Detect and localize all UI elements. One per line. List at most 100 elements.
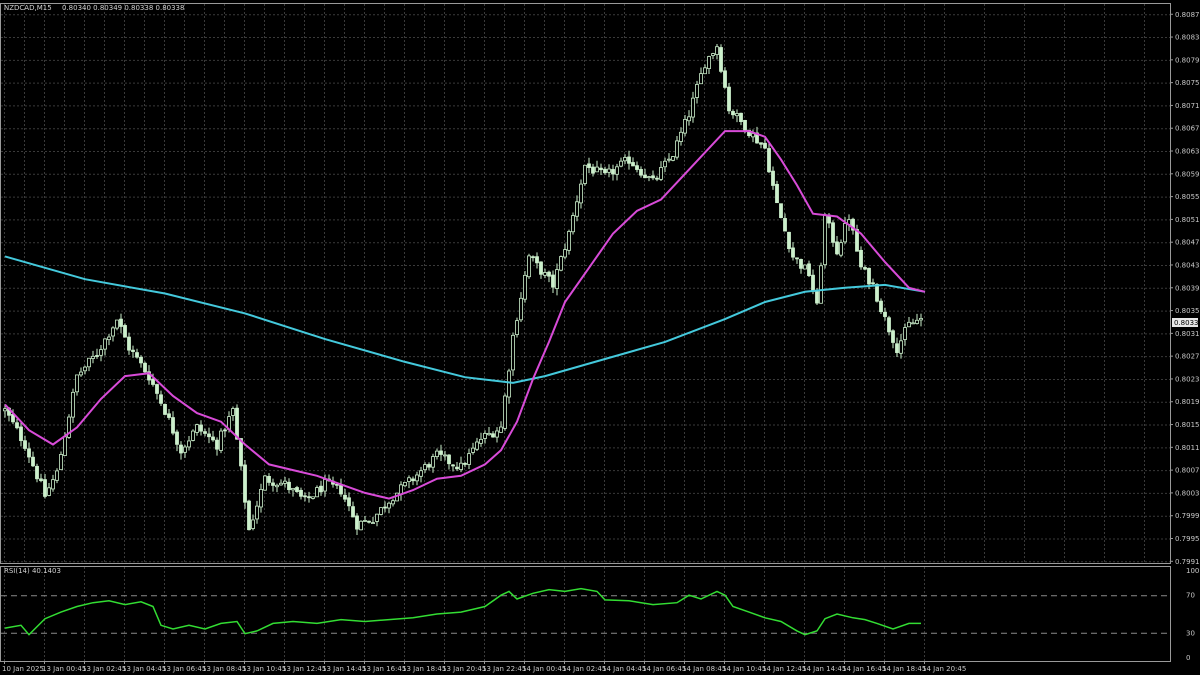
- price-tick-label: 0.80275: [1175, 353, 1200, 361]
- time-tick-label: 14 Jan 08:45: [682, 665, 726, 673]
- candle-body: [895, 343, 899, 353]
- candle-body: [579, 183, 583, 204]
- candle-body: [527, 255, 531, 278]
- candle-body: [99, 349, 103, 356]
- time-tick-label: 13 Jan 10:45: [242, 665, 286, 673]
- candle-body: [295, 487, 299, 492]
- price-tick-label: 0.80115: [1175, 444, 1200, 452]
- candle-body: [915, 319, 919, 324]
- candle-body: [91, 355, 95, 359]
- candle-body: [375, 513, 379, 522]
- candle-body: [459, 462, 463, 470]
- current-price-label: 0.80338: [1174, 319, 1200, 327]
- candle-body: [343, 494, 347, 500]
- candle-body: [607, 168, 611, 173]
- candle-body: [391, 500, 395, 505]
- candle-body: [79, 371, 83, 376]
- time-tick-label: 13 Jan 08:45: [202, 665, 246, 673]
- candle-body: [795, 257, 799, 260]
- price-tick-label: 0.80715: [1175, 102, 1200, 110]
- rsi-header: RSI(14) 40.1403: [4, 567, 61, 575]
- candle-body: [195, 424, 199, 433]
- candle-body: [783, 218, 787, 232]
- candle-body: [511, 334, 515, 371]
- candle-body: [23, 440, 27, 449]
- candle-body: [171, 417, 175, 434]
- price-tick-label: 0.80155: [1175, 421, 1200, 429]
- candle-body: [231, 408, 235, 416]
- candle-body: [491, 433, 495, 438]
- candle-body: [567, 231, 571, 251]
- candle-body: [619, 160, 623, 167]
- candle-body: [175, 431, 179, 445]
- candle-body: [203, 431, 207, 434]
- candle-body: [651, 175, 655, 179]
- candle-body: [35, 465, 39, 480]
- candle-body: [411, 478, 415, 482]
- candle-body: [275, 484, 279, 488]
- candle-body: [143, 362, 147, 373]
- candle-body: [383, 506, 387, 509]
- candle-body: [251, 519, 255, 529]
- current-price-marker: 0.80338: [1172, 318, 1200, 327]
- candle-body: [367, 520, 371, 523]
- time-tick-label: 14 Jan 10:45: [722, 665, 766, 673]
- candle-body: [303, 495, 307, 498]
- candle-body: [539, 261, 543, 275]
- candle-body: [711, 53, 715, 56]
- rsi-tick-label: 100: [1186, 567, 1199, 575]
- price-tick-label: 0.80515: [1175, 216, 1200, 224]
- candle-body: [323, 479, 327, 492]
- price-tick-label: 0.80075: [1175, 467, 1200, 475]
- price-tick-label: 0.80675: [1175, 125, 1200, 133]
- time-tick-label: 14 Jan 18:45: [882, 665, 926, 673]
- time-tick-label: 13 Jan 06:45: [162, 665, 206, 673]
- candle-body: [759, 142, 763, 145]
- candle-body: [131, 349, 135, 352]
- price-tick-label: 0.80635: [1175, 148, 1200, 156]
- price-tick-label: 0.80555: [1175, 193, 1200, 201]
- candle-body: [55, 470, 59, 481]
- candle-body: [699, 73, 703, 85]
- candle-body: [543, 272, 547, 276]
- candle-body: [599, 167, 603, 171]
- candle-body: [335, 483, 339, 486]
- candle-body: [671, 156, 675, 161]
- candle-body: [471, 447, 475, 453]
- time-tick-label: 14 Jan 02:45: [562, 665, 606, 673]
- candle-body: [223, 429, 227, 432]
- candle-body: [291, 487, 295, 491]
- candle-body: [667, 158, 671, 161]
- candle-body: [103, 338, 107, 350]
- time-tick-label: 13 Jan 12:45: [282, 665, 326, 673]
- candle-body: [779, 203, 783, 219]
- candle-body: [507, 370, 511, 398]
- candle-body: [443, 454, 447, 457]
- candle-body: [555, 269, 559, 289]
- time-tick-label: 13 Jan 20:45: [442, 665, 486, 673]
- candle-body: [519, 297, 523, 321]
- candle-body: [475, 441, 479, 450]
- candle-body: [19, 426, 23, 442]
- candle-body: [615, 166, 619, 175]
- candle-body: [455, 466, 459, 470]
- candle-body: [307, 496, 311, 499]
- price-tick-label: 0.80795: [1175, 56, 1200, 64]
- candle-body: [255, 505, 259, 520]
- candle-body: [167, 413, 171, 418]
- candle-body: [247, 500, 251, 531]
- candle-body: [15, 422, 19, 429]
- candle-body: [571, 215, 575, 233]
- rsi-tick-label: 0: [1186, 654, 1190, 662]
- price-tick-label: 0.80315: [1175, 330, 1200, 338]
- candle-body: [631, 162, 635, 167]
- time-tick-label: 13 Jan 00:45: [42, 665, 86, 673]
- candle-body: [639, 169, 643, 176]
- candle-body: [463, 462, 467, 465]
- candle-body: [679, 131, 683, 142]
- trading-chart[interactable]: 0.80875 0.80835 0.80795 0.80755 0.80715 0.806…: [0, 0, 1200, 675]
- candle-body: [691, 97, 695, 118]
- candle-body: [659, 167, 663, 180]
- candle-body: [687, 116, 691, 122]
- candle-body: [215, 439, 219, 450]
